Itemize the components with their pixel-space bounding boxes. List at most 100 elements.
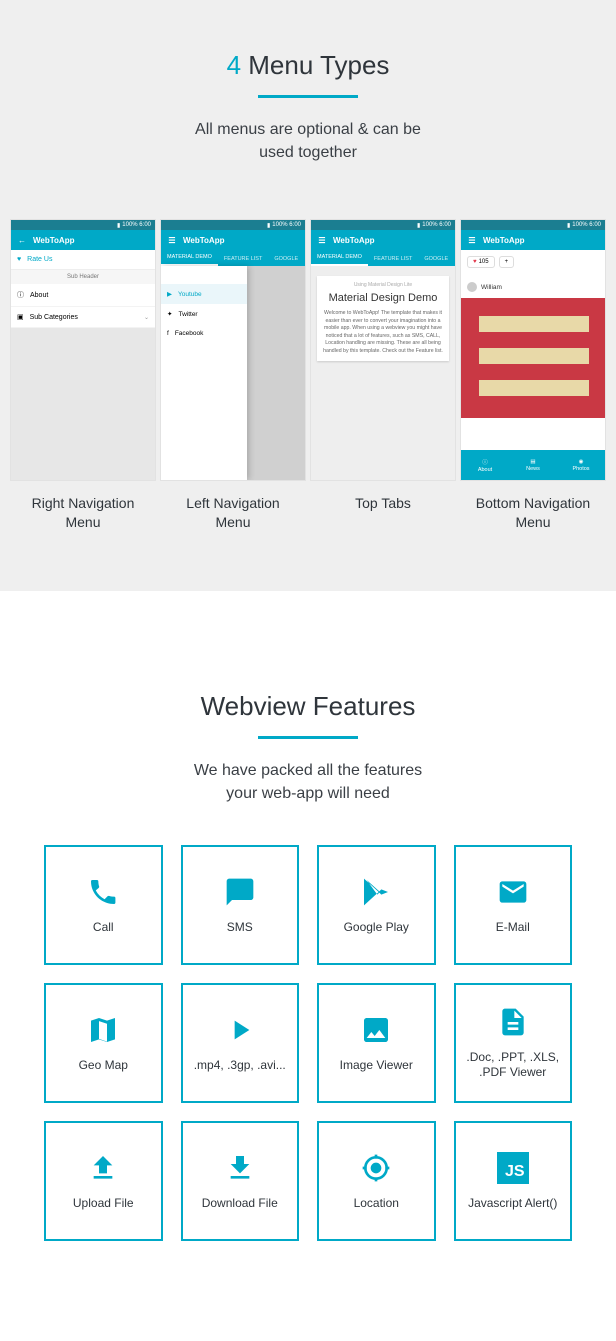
download-icon — [224, 1152, 256, 1184]
tabs: MATERIAL DEMO FEATURE LIST GOOGLE — [311, 250, 455, 266]
tab-material[interactable]: MATERIAL DEMO — [311, 250, 368, 266]
drawer-facebook[interactable]: f Facebook — [161, 324, 247, 343]
statusbar: ▮ 100% 6:00 — [161, 220, 305, 230]
feature-doc-viewer: .Doc, .PPT, .XLS, .PDF Viewer — [454, 983, 573, 1103]
play-icon — [224, 1014, 256, 1046]
bottom-nav-news[interactable]: ▤ News — [509, 450, 557, 480]
caption: Top Tabs — [311, 494, 455, 512]
appbar: ☰ WebToApp — [161, 230, 305, 250]
content-area: ♥ 105 + William — [461, 250, 605, 450]
document-icon — [497, 1006, 529, 1038]
feature-video: .mp4, .3gp, .avi... — [181, 983, 300, 1103]
like-chip[interactable]: ♥ 105 — [467, 256, 495, 268]
shot-right-nav: ▮ 100% 6:00 ← WebToApp ♥ Rate Us Sub Hea… — [11, 220, 155, 530]
feature-label: Call — [85, 920, 122, 935]
tab-feature-list[interactable]: FEATURE LIST — [218, 252, 268, 266]
tabs: MATERIAL DEMO FEATURE LIST GOOGLE — [161, 250, 305, 266]
bottom-nav-about[interactable]: ⓘ About — [461, 450, 509, 480]
feature-upload: Upload File — [44, 1121, 163, 1241]
bottom-nav: ⓘ About ▤ News ◉ Photos — [461, 450, 605, 480]
js-icon: JS — [497, 1152, 529, 1184]
phone-screenshots-row: ▮ 100% 6:00 ← WebToApp ♥ Rate Us Sub Hea… — [0, 220, 616, 530]
drawer-twitter[interactable]: ✦ Twitter — [161, 304, 247, 324]
feature-label: SMS — [219, 920, 261, 935]
title-divider — [258, 95, 358, 98]
camera-icon: ◉ — [579, 459, 584, 465]
chat-icon — [224, 876, 256, 908]
drawer-backdrop: ▶ Youtube ✦ Twitter f Facebook — [161, 266, 305, 480]
like-bar: ♥ 105 + — [467, 256, 514, 268]
status-text: 100% 6:00 — [572, 222, 601, 228]
sub-categories-item[interactable]: ▣ Sub Categories ⌄ — [11, 307, 155, 328]
appbar: ☰ WebToApp — [311, 230, 455, 250]
card-heading: Material Design Demo — [323, 292, 443, 306]
app-title: WebToApp — [483, 236, 524, 245]
image-icon — [360, 1014, 392, 1046]
news-icon: ▤ — [530, 459, 535, 465]
avatar — [467, 282, 477, 292]
menu-icon[interactable]: ☰ — [317, 236, 327, 245]
webview-features-section: Webview Features We have packed all the … — [0, 591, 616, 1281]
feature-js-alert: JS Javascript Alert() — [454, 1121, 573, 1241]
mail-icon — [497, 876, 529, 908]
dimmed-body — [11, 328, 155, 480]
section-subtitle: We have packed all the features your web… — [0, 759, 616, 805]
signal-icon: ▮ — [567, 222, 570, 229]
rate-us-item[interactable]: ♥ Rate Us — [11, 250, 155, 270]
tab-google[interactable]: GOOGLE — [268, 252, 304, 266]
feature-google-play: Google Play — [317, 845, 436, 965]
back-icon[interactable]: ← — [17, 236, 27, 245]
tab-google[interactable]: GOOGLE — [418, 252, 454, 266]
photo — [461, 298, 605, 418]
feature-label: Image Viewer — [332, 1058, 421, 1073]
tab-feature-list[interactable]: FEATURE LIST — [368, 252, 418, 266]
feature-label: Location — [346, 1196, 407, 1211]
play-store-icon — [360, 876, 392, 908]
phone-icon — [87, 876, 119, 908]
phone-mock: ▮ 100% 6:00 ☰ WebToApp MATERIAL DEMO FEA… — [311, 220, 455, 480]
app-title: WebToApp — [333, 236, 374, 245]
statusbar: ▮ 100% 6:00 — [461, 220, 605, 230]
section-subtitle: All menus are optional & can be used tog… — [0, 118, 616, 164]
drawer-youtube[interactable]: ▶ Youtube — [161, 284, 247, 304]
section-title: Webview Features — [0, 691, 616, 722]
play-icon: ▶ — [167, 290, 172, 298]
app-title: WebToApp — [33, 236, 74, 245]
location-icon — [360, 1152, 392, 1184]
map-icon — [87, 1014, 119, 1046]
status-text: 100% 6:00 — [272, 222, 301, 228]
about-item[interactable]: ⓘ About — [11, 284, 155, 307]
plus-chip[interactable]: + — [499, 256, 515, 268]
feature-label: E-Mail — [488, 920, 538, 935]
feature-label: Geo Map — [71, 1058, 136, 1073]
app-title: WebToApp — [183, 236, 224, 245]
statusbar: ▮ 100% 6:00 — [311, 220, 455, 230]
chevron-down-icon: ⌄ — [144, 314, 149, 321]
sub-header-label: Sub Header — [11, 270, 155, 284]
nav-drawer: ▶ Youtube ✦ Twitter f Facebook — [161, 266, 247, 480]
statusbar: ▮ 100% 6:00 — [11, 220, 155, 230]
status-text: 100% 6:00 — [422, 222, 451, 228]
caption: Bottom Navigation Menu — [461, 494, 605, 530]
heart-icon: ♥ — [473, 259, 477, 265]
appbar: ← WebToApp — [11, 230, 155, 250]
svg-text:JS: JS — [505, 1163, 525, 1180]
menu-icon[interactable]: ☰ — [167, 236, 177, 245]
shot-bottom-nav: ▮ 100% 6:00 ☰ WebToApp ♥ 105 + — [461, 220, 605, 530]
menu-icon[interactable]: ☰ — [467, 236, 477, 245]
feature-label: Google Play — [336, 920, 417, 935]
feature-call: Call — [44, 845, 163, 965]
status-text: 100% 6:00 — [122, 222, 151, 228]
material-card: Using Material Design Lite Material Desi… — [317, 276, 449, 361]
user-row[interactable]: William — [467, 282, 502, 292]
phone-mock: ▮ 100% 6:00 ☰ WebToApp MATERIAL DEMO FEA… — [161, 220, 305, 480]
appbar: ☰ WebToApp — [461, 230, 605, 250]
heart-icon: ♥ — [17, 256, 21, 263]
twitter-icon: ✦ — [167, 310, 172, 318]
bottom-nav-photos[interactable]: ◉ Photos — [557, 450, 605, 480]
title-text: Menu Types — [248, 50, 389, 80]
arrow-art — [479, 316, 589, 396]
tab-material[interactable]: MATERIAL DEMO — [161, 250, 218, 266]
signal-icon: ▮ — [417, 222, 420, 229]
feature-label: Javascript Alert() — [460, 1196, 565, 1211]
